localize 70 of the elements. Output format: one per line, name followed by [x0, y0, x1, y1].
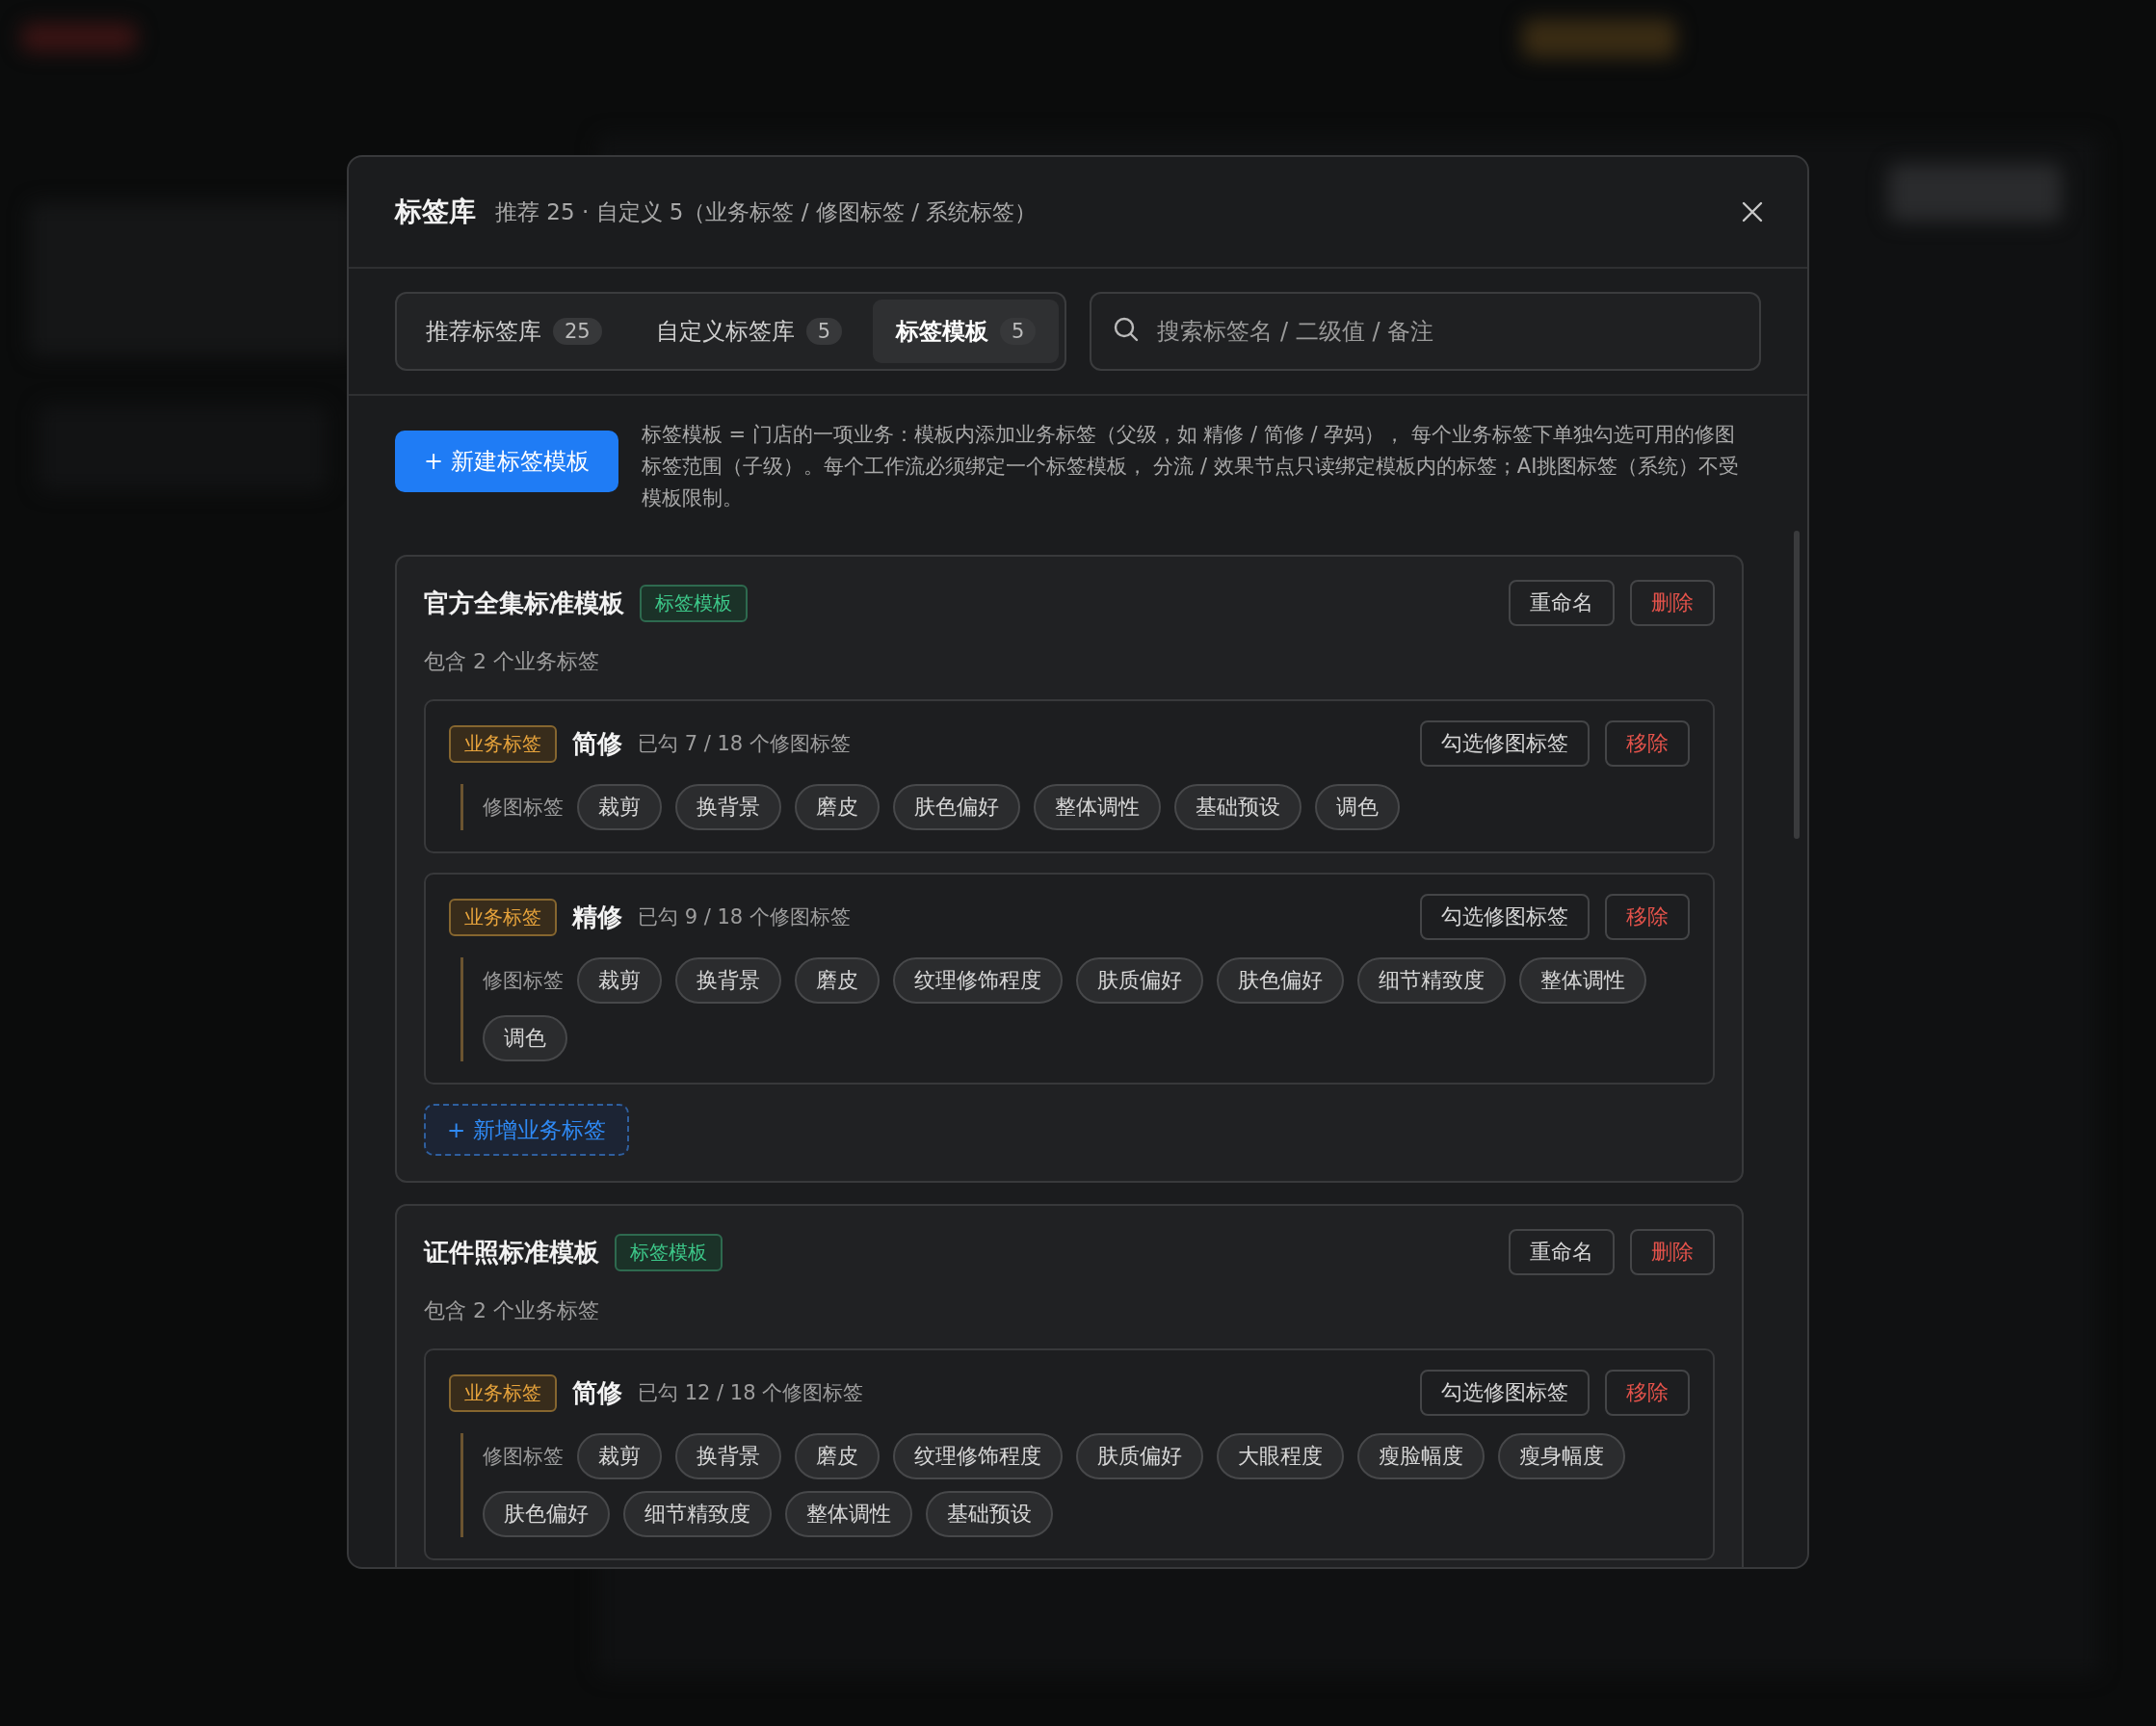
business-tag-name: 精修	[572, 901, 622, 933]
retouch-tag: 肤色偏好	[893, 784, 1020, 830]
retouch-tag: 大眼程度	[1217, 1433, 1344, 1479]
select-tags-button[interactable]: 勾选修图标签	[1420, 1370, 1590, 1416]
retouch-tag: 换背景	[675, 957, 781, 1004]
dialog-summary: 推荐 25 · 自定义 5（业务标签 / 修图标签 / 系统标签）	[495, 197, 1039, 226]
retouch-tag: 瘦脸幅度	[1357, 1433, 1485, 1479]
retouch-tag: 换背景	[675, 784, 781, 830]
remove-button[interactable]: 移除	[1605, 1370, 1690, 1416]
business-tag-badge: 业务标签	[449, 898, 557, 936]
remove-button[interactable]: 移除	[1605, 894, 1690, 940]
retouch-tag: 肤质偏好	[1076, 1433, 1203, 1479]
rename-button[interactable]: 重命名	[1509, 1229, 1615, 1275]
business-tag-badge: 业务标签	[449, 724, 557, 763]
count-badge: 25	[553, 318, 602, 345]
retouch-tag: 基础预设	[926, 1491, 1053, 1537]
selected-count: 已勾 7 / 18 个修图标签	[638, 731, 851, 757]
retouch-tag: 整体调性	[1034, 784, 1161, 830]
retouch-tag: 纹理修饰程度	[893, 1433, 1063, 1479]
retouch-tag: 整体调性	[1519, 957, 1646, 1004]
retouch-tag: 磨皮	[795, 957, 880, 1004]
template-badge: 标签模板	[615, 1233, 723, 1271]
retouch-tag: 磨皮	[795, 784, 880, 830]
selected-count: 已勾 12 / 18 个修图标签	[638, 1380, 864, 1406]
dialog-title: 标签库	[395, 195, 476, 229]
tab[interactable]: 推荐标签库 25	[403, 300, 625, 363]
tab[interactable]: 自定义标签库 5	[632, 300, 866, 363]
retouch-tag: 磨皮	[795, 1433, 880, 1479]
count-badge: 5	[805, 318, 843, 345]
delete-button[interactable]: 删除	[1630, 580, 1715, 626]
retouch-tags-label: 修图标签	[483, 1444, 564, 1470]
business-tag-badge: 业务标签	[449, 1373, 557, 1412]
add-business-tag-button[interactable]: + 新增业务标签	[424, 1104, 629, 1156]
rename-button[interactable]: 重命名	[1509, 580, 1615, 626]
count-badge: 5	[1000, 318, 1037, 345]
new-template-button[interactable]: + 新建标签模板	[395, 431, 618, 492]
retouch-tag: 细节精致度	[1357, 957, 1506, 1004]
retouch-tag: 肤色偏好	[483, 1491, 610, 1537]
retouch-tag: 调色	[1315, 784, 1400, 830]
retouch-tag: 调色	[483, 1015, 567, 1061]
description-text: 标签模板 = 门店的一项业务：模板内添加业务标签（父级，如 精修 / 简修 / 孕妈）， 每个业务标签下单独勾选可用的修图标签范围（子级）。每个工作流必须绑定一个标签模板， 分流 / 效果节点只读绑定模板内的标签；AI挑图标签（系统）不受模板限制。	[641, 422, 1741, 511]
retouch-tags-label: 修图标签	[483, 795, 564, 821]
select-tags-button[interactable]: 勾选修图标签	[1420, 894, 1590, 940]
close-icon[interactable]	[1742, 201, 1763, 222]
retouch-tag: 裁剪	[577, 957, 662, 1004]
retouch-tag: 裁剪	[577, 1433, 662, 1479]
select-tags-button[interactable]: 勾选修图标签	[1420, 720, 1590, 767]
retouch-tag: 整体调性	[785, 1491, 912, 1537]
scrollbar-thumb[interactable]	[1794, 531, 1800, 839]
template-badge: 标签模板	[640, 584, 748, 622]
template-name: 官方全集标准模板	[424, 587, 624, 619]
retouch-tag: 瘦身幅度	[1498, 1433, 1625, 1479]
template-summary: 包含 2 个业务标签	[424, 648, 600, 675]
template-name: 证件照标准模板	[424, 1236, 599, 1268]
tab[interactable]: 标签模板 5	[873, 300, 1060, 363]
template-summary: 包含 2 个业务标签	[424, 1297, 600, 1324]
delete-button[interactable]: 删除	[1630, 1229, 1715, 1275]
selected-count: 已勾 9 / 18 个修图标签	[638, 904, 851, 930]
business-tag-name: 简修	[572, 1376, 622, 1409]
retouch-tag: 肤质偏好	[1076, 957, 1203, 1004]
remove-button[interactable]: 移除	[1605, 720, 1690, 767]
retouch-tag: 基础预设	[1174, 784, 1301, 830]
retouch-tag: 纹理修饰程度	[893, 957, 1063, 1004]
retouch-tag: 换背景	[675, 1433, 781, 1479]
retouch-tags-label: 修图标签	[483, 968, 564, 994]
business-tag-name: 简修	[572, 727, 622, 760]
retouch-tag: 细节精致度	[623, 1491, 772, 1537]
retouch-tag: 肤色偏好	[1217, 957, 1344, 1004]
search-field[interactable]: 搜索标签名 / 二级值 / 备注	[1090, 292, 1761, 371]
retouch-tag: 裁剪	[577, 784, 662, 830]
